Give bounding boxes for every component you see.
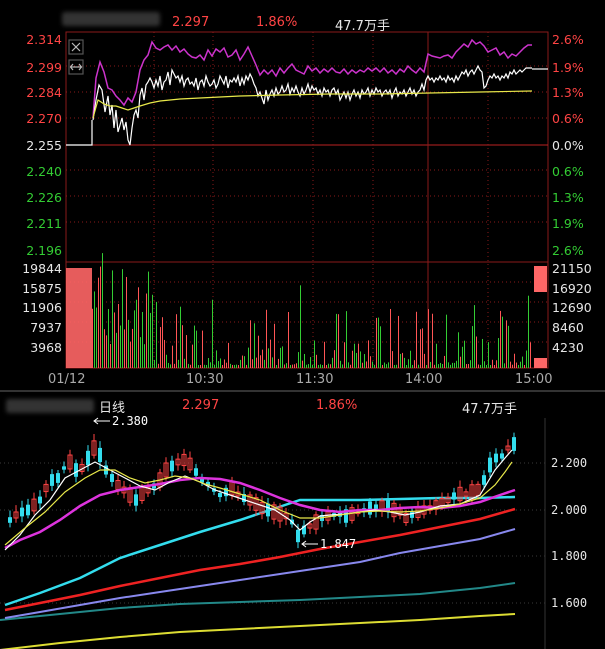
- ma-teal-line: [0, 582, 516, 621]
- candle: [368, 501, 372, 515]
- candle: [86, 450, 90, 466]
- candle: [218, 492, 222, 498]
- low-marker: [301, 540, 318, 548]
- high-marker: [93, 417, 110, 425]
- candle: [62, 466, 66, 470]
- candle: [56, 473, 60, 483]
- ma-purple-line: [4, 528, 516, 619]
- ma-red-line: [4, 507, 516, 612]
- ma-yellow-line: [0, 613, 516, 649]
- candle: [74, 463, 78, 477]
- daily-chart[interactable]: 2.380 1.847: [0, 0, 605, 649]
- high-marker-label: 2.380: [112, 414, 148, 428]
- candle: [194, 468, 198, 476]
- candle: [8, 517, 12, 523]
- candle: [98, 447, 102, 463]
- candle: [500, 453, 504, 459]
- candle: [110, 474, 114, 482]
- candle: [266, 503, 270, 517]
- low-marker-label: 1.847: [320, 537, 356, 551]
- candle: [170, 460, 174, 472]
- candle: [482, 475, 486, 485]
- candle: [494, 453, 498, 463]
- candle: [134, 494, 138, 506]
- candle: [50, 474, 54, 486]
- candle: [20, 507, 24, 517]
- candle: [488, 457, 492, 473]
- candle: [452, 492, 456, 500]
- candle: [26, 504, 30, 516]
- candle: [512, 437, 516, 451]
- candle: [38, 496, 42, 504]
- candle: [296, 529, 300, 543]
